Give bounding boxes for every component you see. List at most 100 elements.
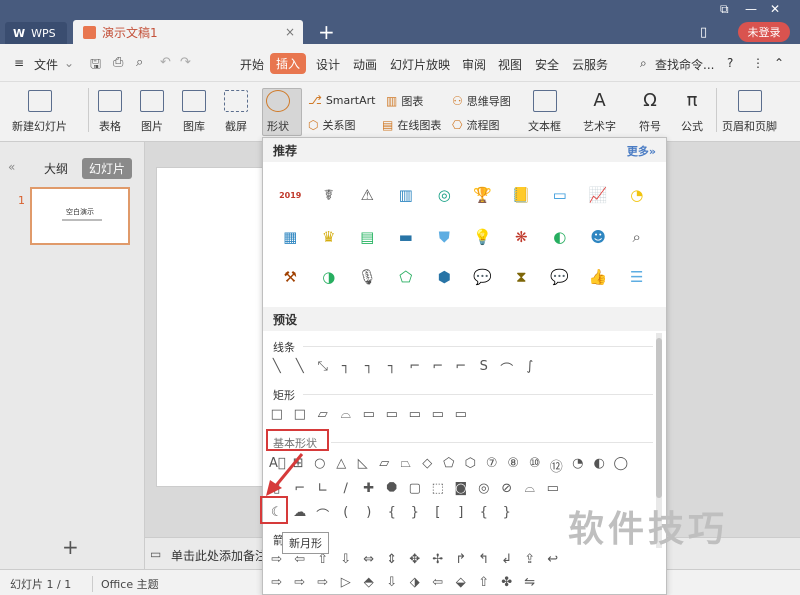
curve-shape[interactable]: S: [476, 359, 492, 378]
screenshot-button[interactable]: 截屏: [224, 90, 248, 134]
chevron-down-icon[interactable]: ⌄: [64, 56, 74, 70]
block-arc-shape[interactable]: ⌓: [522, 481, 538, 496]
up-arrow-shape[interactable]: ⇧: [315, 552, 331, 567]
redo-icon[interactable]: ↷: [180, 55, 191, 70]
cross-shape[interactable]: ✚: [361, 481, 377, 496]
left-right-arrow-callout-shape[interactable]: ⬙: [453, 575, 469, 590]
elbow-connector-shape[interactable]: ┐: [338, 359, 354, 378]
recommend-item[interactable]: 2019: [271, 182, 310, 208]
arc-shape[interactable]: ⌒: [315, 505, 331, 524]
hamburger-icon[interactable]: ≡: [14, 56, 24, 70]
up-arrow-callout-shape[interactable]: ⇦: [430, 575, 446, 590]
textbox-button[interactable]: 文本框: [528, 90, 561, 134]
curved-right-arrow-shape[interactable]: ↩: [545, 552, 561, 567]
minimize-icon[interactable]: —: [745, 2, 757, 16]
parallelogram-shape[interactable]: ▱: [377, 456, 393, 475]
left-right-arrow-shape[interactable]: ⇔: [361, 552, 377, 567]
recommend-item[interactable]: 🎙: [348, 264, 387, 290]
left-bracket-shape[interactable]: [: [430, 505, 446, 524]
tab-cloud[interactable]: 云服务: [572, 56, 608, 73]
diagonal-stripe-shape[interactable]: ∕: [338, 481, 354, 496]
recommend-item[interactable]: ⚒: [271, 264, 310, 290]
recommend-item[interactable]: ◐: [541, 224, 580, 250]
left-arrow-callout-shape[interactable]: ⬗: [407, 575, 423, 590]
pentagon-arrow-shape[interactable]: ⇨: [315, 575, 331, 590]
scribble-shape[interactable]: ∫: [522, 359, 538, 378]
snip-round-rectangle-shape[interactable]: ▭: [384, 407, 400, 422]
donut-shape[interactable]: ◎: [476, 481, 492, 496]
recommend-item[interactable]: ☻: [579, 224, 618, 250]
down-arrow-shape[interactable]: ⇩: [338, 552, 354, 567]
recommend-item[interactable]: ◎: [425, 182, 464, 208]
l-shape[interactable]: ∟: [315, 481, 331, 496]
recommend-item[interactable]: ▭: [541, 182, 580, 208]
striped-right-arrow-shape[interactable]: ⇨: [269, 575, 285, 590]
arrow-line-shape[interactable]: ╲: [292, 359, 308, 378]
new-tab-button[interactable]: +: [318, 20, 335, 44]
right-brace-2-shape[interactable]: }: [499, 505, 515, 524]
mindmap-button[interactable]: ⚇ 思维导图: [452, 93, 511, 109]
theme-name[interactable]: Office 主题: [92, 576, 159, 592]
rounded-rectangle-shape[interactable]: □: [292, 407, 308, 422]
decagon-shape[interactable]: ⑩: [527, 456, 543, 475]
recommend-item[interactable]: ▥: [387, 182, 426, 208]
search-icon[interactable]: ⌕: [640, 56, 647, 71]
recommend-item[interactable]: 👍: [579, 264, 618, 290]
new-slide-button[interactable]: 新建幻灯片: [12, 90, 67, 134]
chord-shape[interactable]: ◐: [592, 456, 608, 475]
recommend-item[interactable]: ☰: [618, 264, 657, 290]
file-menu[interactable]: 文件: [34, 56, 58, 73]
cube-shape[interactable]: ⬚: [430, 481, 446, 496]
round-diagonal-shape[interactable]: ▭: [430, 407, 446, 422]
relation-button[interactable]: ⬡ 关系图: [308, 117, 355, 133]
quad-arrow-callout-shape[interactable]: ✤: [499, 575, 515, 590]
chart-button[interactable]: ▥ 图表: [386, 93, 423, 109]
oval-shape[interactable]: ○: [312, 456, 328, 475]
notched-right-arrow-shape[interactable]: ⇨: [292, 575, 308, 590]
trapezoid-shape[interactable]: ⏢: [398, 456, 414, 475]
wps-home-tab[interactable]: W WPS: [5, 22, 67, 44]
tab-design[interactable]: 设计: [316, 56, 340, 73]
tab-view[interactable]: 视图: [498, 56, 522, 73]
pentagon-shape[interactable]: ⬠: [441, 456, 457, 475]
wordart-button[interactable]: A 艺术字: [583, 90, 616, 134]
recommend-item[interactable]: ☤: [310, 182, 349, 208]
dodecagon-shape[interactable]: ⑫: [549, 456, 565, 475]
recommend-item[interactable]: 📒: [502, 182, 541, 208]
recommend-item[interactable]: ⬢: [425, 264, 464, 290]
tab-review[interactable]: 审阅: [462, 56, 486, 73]
can-shape[interactable]: ▢: [407, 481, 423, 496]
collapse-ribbon-icon[interactable]: ⌃: [774, 56, 784, 70]
recommend-item[interactable]: 💬: [541, 264, 580, 290]
recommend-item[interactable]: ⛊: [425, 224, 464, 250]
close-window-icon[interactable]: ✕: [770, 2, 780, 16]
smartart-button[interactable]: ⎇ SmartArt: [308, 93, 375, 107]
freeform-shape[interactable]: ⌒: [499, 359, 515, 378]
bent-arrow-shape[interactable]: ↱: [453, 552, 469, 567]
rectangle-shape[interactable]: □: [269, 407, 285, 422]
folded-corner-shape[interactable]: ▭: [545, 481, 561, 496]
left-up-arrow-shape[interactable]: ↲: [499, 552, 515, 567]
command-search[interactable]: 查找命令...: [655, 56, 714, 73]
tab-slideshow[interactable]: 幻灯片放映: [390, 56, 450, 73]
recommend-item[interactable]: 💡: [464, 224, 503, 250]
more-link[interactable]: 更多»: [627, 143, 656, 159]
no-symbol-shape[interactable]: ⊘: [499, 481, 515, 496]
recommend-item[interactable]: ❋: [502, 224, 541, 250]
recommend-item[interactable]: 📈: [579, 182, 618, 208]
right-paren-shape[interactable]: ): [361, 505, 377, 524]
chevron-shape[interactable]: ▷: [338, 575, 354, 590]
help-icon[interactable]: ?: [727, 56, 733, 70]
picture-button[interactable]: 图片: [140, 90, 164, 134]
recommend-item[interactable]: ⧗: [502, 264, 541, 290]
shape-button[interactable]: 形状: [266, 90, 290, 134]
teardrop-shape[interactable]: ◯: [613, 456, 629, 475]
right-brace-shape[interactable]: }: [407, 505, 423, 524]
snip-corners-rectangle-shape[interactable]: ▭: [361, 407, 377, 422]
right-arrow-shape[interactable]: ⇨: [269, 552, 285, 567]
slide-thumbnail[interactable]: 空白演示: [30, 187, 130, 245]
recommend-item[interactable]: ⬠: [387, 264, 426, 290]
elbow-double-arrow-shape[interactable]: ┐: [384, 359, 400, 378]
up-down-arrow-callout-shape[interactable]: ⇧: [476, 575, 492, 590]
recommend-item[interactable]: 💬: [464, 264, 503, 290]
